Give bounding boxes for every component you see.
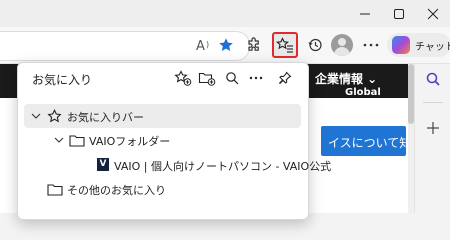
site-nav-global[interactable]: Global (345, 87, 381, 98)
favorites-more-icon[interactable] (245, 67, 267, 89)
chevron-down-icon[interactable] (51, 132, 67, 148)
svg-text:): ) (206, 40, 209, 49)
folder-icon (47, 181, 63, 197)
other-favorites-item[interactable]: その他のお気に入り (24, 177, 301, 201)
add-favorite-icon[interactable] (172, 67, 194, 89)
sidebar-divider (423, 102, 443, 103)
favorites-icon[interactable] (272, 32, 298, 58)
search-favorites-icon[interactable] (221, 67, 243, 89)
extensions-icon[interactable] (241, 32, 267, 58)
pin-icon[interactable] (274, 67, 296, 89)
copilot-chat-button[interactable]: チャット (387, 33, 450, 57)
copilot-icon (392, 36, 410, 54)
favorites-bar-star-icon (46, 108, 62, 124)
other-favorites-label: その他のお気に入り (67, 184, 166, 197)
add-folder-icon[interactable] (196, 67, 218, 89)
search-icon[interactable] (420, 66, 446, 92)
maximize-icon[interactable] (382, 0, 416, 27)
title-bar (0, 0, 450, 27)
edge-sidebar (414, 64, 450, 213)
folder-icon (69, 132, 85, 148)
site-nav-company-info[interactable]: 企業情報 ⌄ (315, 70, 377, 87)
profile-avatar[interactable] (331, 34, 353, 56)
close-icon[interactable] (416, 0, 450, 27)
address-bar[interactable]: A) (0, 31, 250, 61)
vaio-link-item[interactable]: V VAIO | 個人向けノートパソコン - VAIO公式 (24, 153, 331, 177)
vaio-folder-item[interactable]: VAIOフォルダー (24, 128, 301, 152)
history-icon[interactable] (302, 32, 328, 58)
vaio-link-label: VAIO | 個人向けノートパソコン - VAIO公式 (114, 160, 332, 173)
favorites-panel: お気に入り お気に入りバー VAIOフォルダー V VAIO | 個人向けノート… (17, 62, 331, 220)
minimize-icon[interactable] (348, 0, 382, 27)
vaio-folder-label: VAIOフォルダー (89, 135, 171, 148)
learn-more-button[interactable]: イスについて知る (321, 126, 423, 156)
copilot-label: チャット (415, 42, 450, 53)
browser-toolbar: A) チャット (0, 27, 450, 64)
add-sidebar-app-icon[interactable] (420, 115, 446, 141)
favorites-panel-title: お気に入り (32, 73, 93, 87)
add-favorite-star-icon[interactable] (213, 32, 239, 58)
chevron-down-icon[interactable] (28, 108, 44, 124)
vaio-favicon: V (97, 158, 109, 171)
more-icon[interactable] (358, 32, 384, 58)
favorites-bar-label: お気に入りバー (67, 111, 144, 124)
svg-text:A: A (196, 39, 205, 52)
favorites-bar-item[interactable]: お気に入りバー (24, 104, 301, 128)
